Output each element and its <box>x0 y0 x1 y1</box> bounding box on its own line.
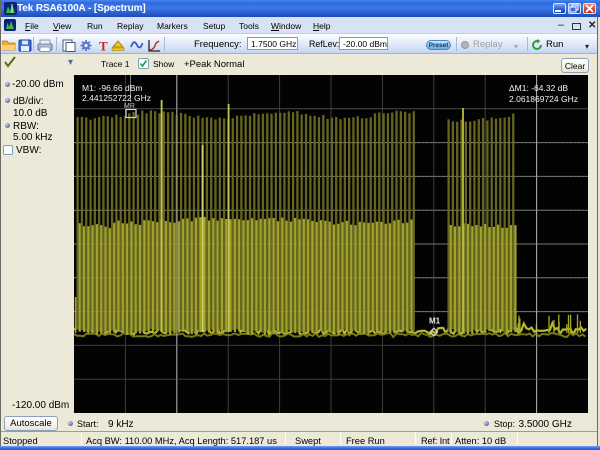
svg-text:2.061869724 GHz: 2.061869724 GHz <box>509 94 578 104</box>
svg-text:M1: -96.66 dBm: M1: -96.66 dBm <box>82 83 142 93</box>
svg-text:ΔM1: -64.32 dB: ΔM1: -64.32 dB <box>509 83 568 93</box>
svg-text:2.441252722 GHz: 2.441252722 GHz <box>82 93 151 103</box>
svg-text:T: T <box>99 39 108 54</box>
svg-text:M1: M1 <box>429 317 441 326</box>
